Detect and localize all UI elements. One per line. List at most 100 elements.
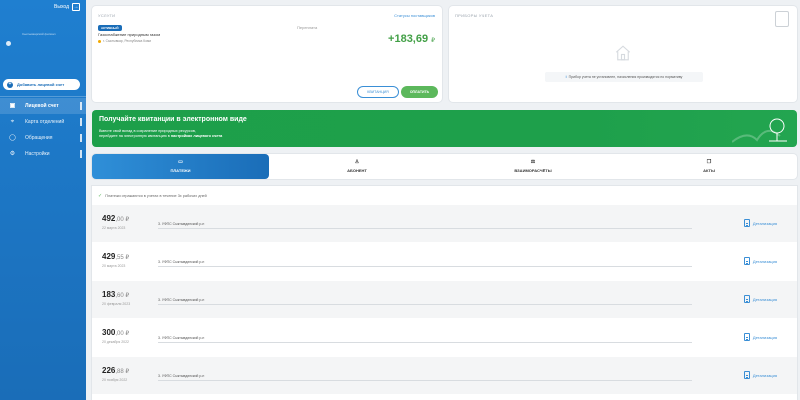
sidebar-item-map[interactable]: ⌖ Карта отделений <box>0 114 86 130</box>
sidebar-item-label: Обращения <box>25 135 53 141</box>
payments-note-text: Платежи отражаются в учетах в течение 3х… <box>105 194 207 198</box>
detail-label: Детализация <box>752 220 777 226</box>
payment-date: 22 марта 2023 <box>102 226 126 230</box>
service-address: г. Сыктывкар, Республика Коми <box>98 39 151 43</box>
chat-icon: ◯ <box>9 135 16 141</box>
services-card: УСЛУГИ Статусы поставщиков АКТИВНЫЙ Газо… <box>92 6 442 102</box>
e-receipt-banner[interactable]: Получайте квитанции в электронном виде В… <box>92 110 797 147</box>
payment-amount-int: 300 <box>102 328 116 337</box>
divider <box>0 96 86 97</box>
tab-label: ПЛАТЕЖИ <box>170 168 191 173</box>
payment-date: 20 марта 2023 <box>102 264 126 268</box>
document-icon <box>743 295 750 303</box>
meter-watermark-icon <box>775 11 789 27</box>
user-icon: ♙ <box>354 159 360 165</box>
payment-date: 20 февраля 2023 <box>102 302 131 306</box>
payments-icon: ▭ <box>178 159 183 165</box>
payment-amount-dec: ,00 ₽ <box>115 331 130 337</box>
payment-amount: 492,00 ₽ <box>102 214 129 223</box>
sidebar-item-label: Настройки <box>25 151 50 157</box>
payment-payee: 3. УФПС Сыктывдинский р-н <box>158 374 205 378</box>
banner-settings-link[interactable]: настройках лицевого счета <box>171 134 222 138</box>
payment-amount: 300,00 ₽ <box>102 328 129 337</box>
info-icon: i <box>565 75 567 79</box>
detail-label: Детализация <box>752 258 777 264</box>
address-text: г. Сыктывкар, Республика Коми <box>103 39 152 43</box>
detail-link[interactable]: Детализация <box>743 295 777 303</box>
avatar[interactable] <box>6 41 11 46</box>
payment-amount-int: 492 <box>102 214 116 223</box>
payment-amount: 226,88 ₽ <box>102 366 129 375</box>
tab-label: ВЗАИМОРАСЧЁТЫ <box>514 168 552 173</box>
sidebar: Выход → Сыктывкарский филиал + Добавить … <box>0 0 86 400</box>
payment-row: 429,55 ₽ 20 марта 2023 3. УФПС Сыктывдин… <box>92 243 797 280</box>
detail-label: Детализация <box>752 296 777 302</box>
account-tabs: ▭ ПЛАТЕЖИ ♙ АБОНЕНТ ⚖ ВЗАИМОРАСЧЁТЫ ❐ АК… <box>92 154 797 179</box>
detail-link[interactable]: Детализация <box>743 257 777 265</box>
add-account-button[interactable]: + Добавить лицевой счет <box>3 79 80 90</box>
payment-date: 20 ноября 2022 <box>102 378 128 382</box>
payment-payee: 3. УФПС Сыктывдинский р-н <box>158 222 205 226</box>
payment-amount-int: 183 <box>102 290 116 299</box>
sidebar-item-settings[interactable]: ⚙ Настройки <box>0 146 86 162</box>
detail-link[interactable]: Детализация <box>743 371 777 379</box>
map-pin-icon: ⌖ <box>10 119 15 125</box>
balance-value: +183,69 <box>388 33 429 45</box>
meter-note-text: Прибор учета не установлен, начисления п… <box>568 75 683 79</box>
payment-row: 183,60 ₽ 20 февраля 2023 3. УФПС Сыктывд… <box>92 281 797 318</box>
services-section-label: УСЛУГИ <box>98 13 116 18</box>
statuses-link[interactable]: Статусы поставщиков <box>394 13 435 18</box>
logout-icon: → <box>72 3 80 11</box>
payment-amount: 183,60 ₽ <box>102 290 129 299</box>
balance-amount: +183,69 ₽ <box>388 33 435 45</box>
tab-settlements[interactable]: ⚖ ВЗАИМОРАСЧЁТЫ <box>445 154 621 179</box>
tab-payments[interactable]: ▭ ПЛАТЕЖИ <box>92 154 269 179</box>
payment-date: 20 декабря 2022 <box>102 340 129 344</box>
meter-note: i Прибор учета не установлен, начисления… <box>545 72 703 82</box>
user-line: Сыктывкарский филиал <box>22 32 56 36</box>
receipt-button[interactable]: КВИТАНЦИЯ <box>357 86 399 98</box>
banner-text-prefix: перейдите на электронную квитанцию в <box>99 134 171 138</box>
sidebar-item-label: Лицевой счет <box>25 103 59 109</box>
row-divider <box>158 342 692 343</box>
row-divider <box>158 266 692 267</box>
logout-label: Выход <box>54 4 69 10</box>
plus-icon: + <box>7 81 13 88</box>
tab-acts[interactable]: ❐ АКТЫ <box>621 154 797 179</box>
sidebar-nav: ▣ Лицевой счет ⌖ Карта отделений ◯ Обращ… <box>0 98 86 162</box>
row-divider <box>158 380 692 381</box>
payment-amount-dec: ,55 ₽ <box>115 255 130 261</box>
gear-icon: ⚙ <box>9 151 16 157</box>
overpay-label: Переплата <box>297 25 318 30</box>
banner-title: Получайте квитанции в электронном виде <box>99 116 247 123</box>
detail-label: Детализация <box>752 334 777 340</box>
copy-icon: ❐ <box>706 159 712 165</box>
check-icon: ✓ <box>98 193 103 199</box>
location-dot-icon <box>98 39 101 43</box>
logout-button[interactable]: Выход → <box>54 3 80 11</box>
tab-subscriber[interactable]: ♙ АБОНЕНТ <box>269 154 445 179</box>
tree-illustration-icon <box>732 118 787 143</box>
detail-link[interactable]: Детализация <box>743 333 777 341</box>
scale-icon: ⚖ <box>530 159 536 165</box>
card-icon: ▣ <box>9 103 16 109</box>
tab-label: АКТЫ <box>703 168 715 173</box>
pay-button[interactable]: ОПЛАТИТЬ <box>401 86 438 98</box>
payment-amount-dec: ,60 ₽ <box>115 293 130 299</box>
document-icon <box>743 257 750 265</box>
service-name: Газоснабжение природным газом <box>98 32 161 37</box>
meters-card: ПРИБОРЫ УЧЕТА i Прибор учета не установл… <box>449 6 797 102</box>
payment-amount: 429,55 ₽ <box>102 252 129 261</box>
sidebar-item-account[interactable]: ▣ Лицевой счет <box>0 98 86 114</box>
add-account-label: Добавить лицевой счет <box>17 82 65 87</box>
status-badge: АКТИВНЫЙ <box>98 25 122 31</box>
detail-link[interactable]: Детализация <box>743 219 777 227</box>
document-icon <box>743 219 750 227</box>
payment-row: 492,00 ₽ 22 марта 2023 3. УФПС Сыктывдин… <box>92 205 797 242</box>
row-divider <box>158 304 692 305</box>
sidebar-item-requests[interactable]: ◯ Обращения <box>0 130 86 146</box>
tab-label: АБОНЕНТ <box>347 168 367 173</box>
banner-text-line2: перейдите на электронную квитанцию в нас… <box>99 134 319 139</box>
payment-amount-int: 429 <box>102 252 116 261</box>
row-divider <box>158 228 692 229</box>
